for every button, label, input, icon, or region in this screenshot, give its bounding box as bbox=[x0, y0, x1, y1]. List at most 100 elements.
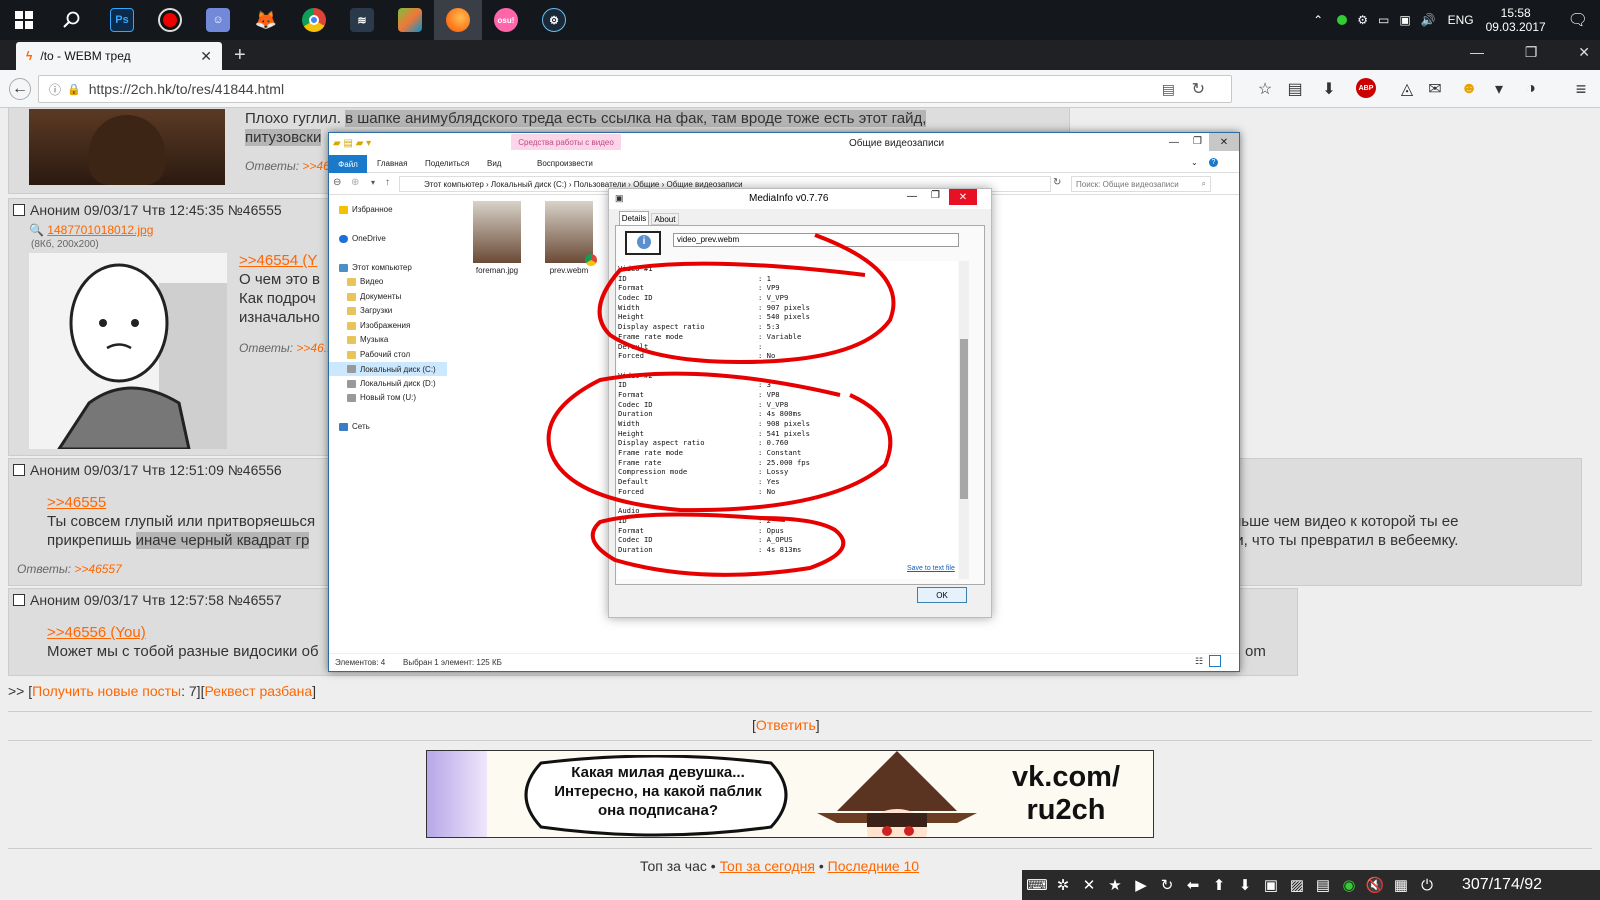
help-icon[interactable]: ? bbox=[1209, 158, 1218, 167]
search-icon[interactable] bbox=[48, 0, 96, 40]
close-window-button[interactable]: ✕ bbox=[1578, 44, 1590, 61]
large-icons-view-icon[interactable] bbox=[1209, 655, 1221, 667]
save-to-text-link[interactable]: Save to text file bbox=[907, 565, 955, 572]
browser-tab[interactable]: ϟ /to - WEBM тред ✕ bbox=[16, 42, 222, 70]
tree-item-documents[interactable]: Документы bbox=[347, 292, 401, 301]
volume-icon[interactable]: 🔊 bbox=[1421, 13, 1436, 27]
chevron-down-icon[interactable]: ▾ bbox=[1488, 78, 1510, 100]
post-checkbox[interactable] bbox=[13, 204, 25, 216]
grid-icon[interactable]: ▨ bbox=[1286, 873, 1308, 897]
filename-field[interactable]: video_prev.webm bbox=[673, 233, 959, 247]
ribbon-tab-view[interactable]: Вид bbox=[487, 159, 501, 168]
ok-button[interactable]: OK bbox=[917, 587, 967, 603]
profile-icon[interactable]: ◑ bbox=[1520, 78, 1542, 100]
eye-icon[interactable]: ◉ bbox=[1338, 873, 1360, 897]
chevron-down-icon[interactable]: ⌄ bbox=[1191, 158, 1198, 167]
minimize-button[interactable]: — bbox=[1470, 44, 1484, 61]
download-icon[interactable]: ⬇ bbox=[1318, 78, 1340, 100]
windows-start-icon[interactable] bbox=[0, 0, 48, 40]
bookmark-star-icon[interactable]: ☆ bbox=[1254, 78, 1276, 100]
reply-link-button[interactable]: Ответить bbox=[756, 717, 816, 733]
mail-icon[interactable]: ✉ bbox=[1424, 78, 1446, 100]
display-icon[interactable]: ▣ bbox=[1399, 13, 1410, 27]
record-icon[interactable] bbox=[146, 0, 194, 40]
post-image[interactable] bbox=[29, 253, 227, 449]
tree-item-downloads[interactable]: Загрузки bbox=[347, 306, 392, 315]
ribbon-tab-play[interactable]: Воспроизвести bbox=[537, 159, 593, 168]
menu-icon[interactable]: ≡ bbox=[1570, 78, 1592, 100]
reload-icon[interactable]: ↻ bbox=[1192, 79, 1205, 99]
close-tab-icon[interactable]: ✕ bbox=[200, 48, 212, 65]
window-icon[interactable]: ▣ bbox=[1260, 873, 1282, 897]
maximize-button[interactable]: ❐ bbox=[1193, 136, 1202, 147]
photoshop-icon[interactable]: Ps bbox=[98, 0, 146, 40]
file-link[interactable]: 1487701018012.jpg bbox=[47, 223, 153, 237]
close-button[interactable]: ✕ bbox=[949, 189, 977, 205]
star-icon[interactable]: ★ bbox=[1104, 873, 1126, 897]
maximize-button[interactable]: ❐ bbox=[931, 190, 940, 201]
reply-link[interactable]: >>46556 (You) bbox=[47, 624, 146, 641]
tree-item-favorites[interactable]: Избранное bbox=[339, 205, 393, 214]
chevron-up-icon[interactable]: ⌃ bbox=[1313, 13, 1323, 27]
clock[interactable]: 15:58 09.03.2017 bbox=[1486, 6, 1546, 34]
tree-item-drive-u[interactable]: Новый том (U:) bbox=[347, 393, 416, 402]
adblock-icon[interactable]: ABP bbox=[1356, 78, 1376, 98]
reader-view-icon[interactable]: ▤ bbox=[1162, 81, 1175, 98]
chrome-icon[interactable] bbox=[290, 0, 338, 40]
close-icon[interactable]: ✕ bbox=[1078, 873, 1100, 897]
post-checkbox[interactable] bbox=[13, 464, 25, 476]
tree-item-network[interactable]: Сеть bbox=[339, 422, 370, 431]
tab-about[interactable]: About bbox=[651, 213, 679, 225]
tree-item-drive-d[interactable]: Локальный диск (D:) bbox=[347, 379, 436, 388]
get-new-posts-link[interactable]: Получить новые посты bbox=[32, 683, 181, 699]
details-view-icon[interactable]: ☷ bbox=[1195, 656, 1203, 667]
save-icon[interactable]: ▤ bbox=[1312, 873, 1334, 897]
tab-details[interactable]: Details bbox=[619, 211, 649, 225]
back-icon[interactable]: ← bbox=[9, 78, 31, 100]
explorer-search[interactable]: Поиск: Общие видеозаписи ⌕ bbox=[1071, 176, 1211, 192]
status-icon[interactable] bbox=[1337, 15, 1348, 25]
zoom-icon[interactable]: 🔍 bbox=[29, 223, 44, 237]
refresh-icon[interactable]: ↻ bbox=[1156, 873, 1178, 897]
language-indicator[interactable]: ENG bbox=[1448, 13, 1474, 27]
recent-icon[interactable]: ▾ bbox=[371, 178, 375, 187]
info-icon[interactable]: ⓘ bbox=[49, 81, 61, 98]
post-checkbox[interactable] bbox=[13, 594, 25, 606]
keyboard-icon[interactable]: ⌨ bbox=[1026, 873, 1048, 897]
unban-request-link[interactable]: Реквест разбана bbox=[204, 683, 312, 699]
latest-link[interactable]: Последние 10 bbox=[828, 858, 919, 874]
tree-item-music[interactable]: Музыка bbox=[347, 335, 388, 344]
ribbon-tab-share[interactable]: Поделиться bbox=[425, 159, 469, 168]
file-item[interactable]: prev.webm bbox=[539, 201, 599, 281]
osu-icon[interactable]: osu! bbox=[482, 0, 530, 40]
firefox-icon[interactable] bbox=[434, 0, 482, 40]
url-bar[interactable]: ⓘ 🔒 https://2ch.hk/to/res/41844.html ▤ ↻ bbox=[38, 75, 1232, 103]
banner-ad[interactable]: Какая милая девушка... Интересно, на как… bbox=[426, 750, 1154, 838]
steam-tray-icon[interactable]: ⚙ bbox=[1357, 13, 1368, 27]
up-icon[interactable]: ↑ bbox=[385, 177, 390, 188]
ribbon-tab-file[interactable]: Файл bbox=[329, 155, 367, 173]
file-item[interactable]: foreman.jpg bbox=[467, 201, 527, 281]
fox-icon[interactable]: 🦊 bbox=[242, 0, 290, 40]
back-icon[interactable]: ⊖ bbox=[333, 177, 341, 188]
power-icon[interactable]: ⏻ bbox=[1416, 873, 1438, 897]
steam-icon[interactable]: ⚙ bbox=[530, 0, 578, 40]
forward-icon[interactable]: ⊕ bbox=[351, 177, 359, 188]
post-image[interactable] bbox=[29, 109, 225, 185]
arrow-up-icon[interactable]: ⬆ bbox=[1208, 873, 1230, 897]
scrollbar[interactable] bbox=[959, 261, 969, 579]
tree-item-drive-c[interactable]: Локальный диск (C:) bbox=[329, 362, 447, 376]
play-icon[interactable]: ▶ bbox=[1130, 873, 1152, 897]
notifications-icon[interactable]: 🗨 bbox=[1568, 10, 1588, 30]
tree-item-videos[interactable]: Видео bbox=[347, 277, 383, 286]
tree-item-this-pc[interactable]: Этот компьютер bbox=[339, 263, 412, 272]
keypad-icon[interactable]: ▦ bbox=[1390, 873, 1412, 897]
library-icon[interactable]: ▤ bbox=[1284, 78, 1306, 100]
arrow-down-icon[interactable]: ⬇ bbox=[1234, 873, 1256, 897]
reply-link[interactable]: >>46554 (Y bbox=[239, 252, 317, 269]
close-button[interactable]: ✕ bbox=[1209, 133, 1239, 151]
tree-item-pictures[interactable]: Изображения bbox=[347, 321, 410, 330]
extension-icon[interactable]: ◬ bbox=[1396, 78, 1418, 100]
network-icon[interactable]: ▭ bbox=[1378, 13, 1389, 27]
new-tab-icon[interactable]: + bbox=[234, 44, 246, 67]
